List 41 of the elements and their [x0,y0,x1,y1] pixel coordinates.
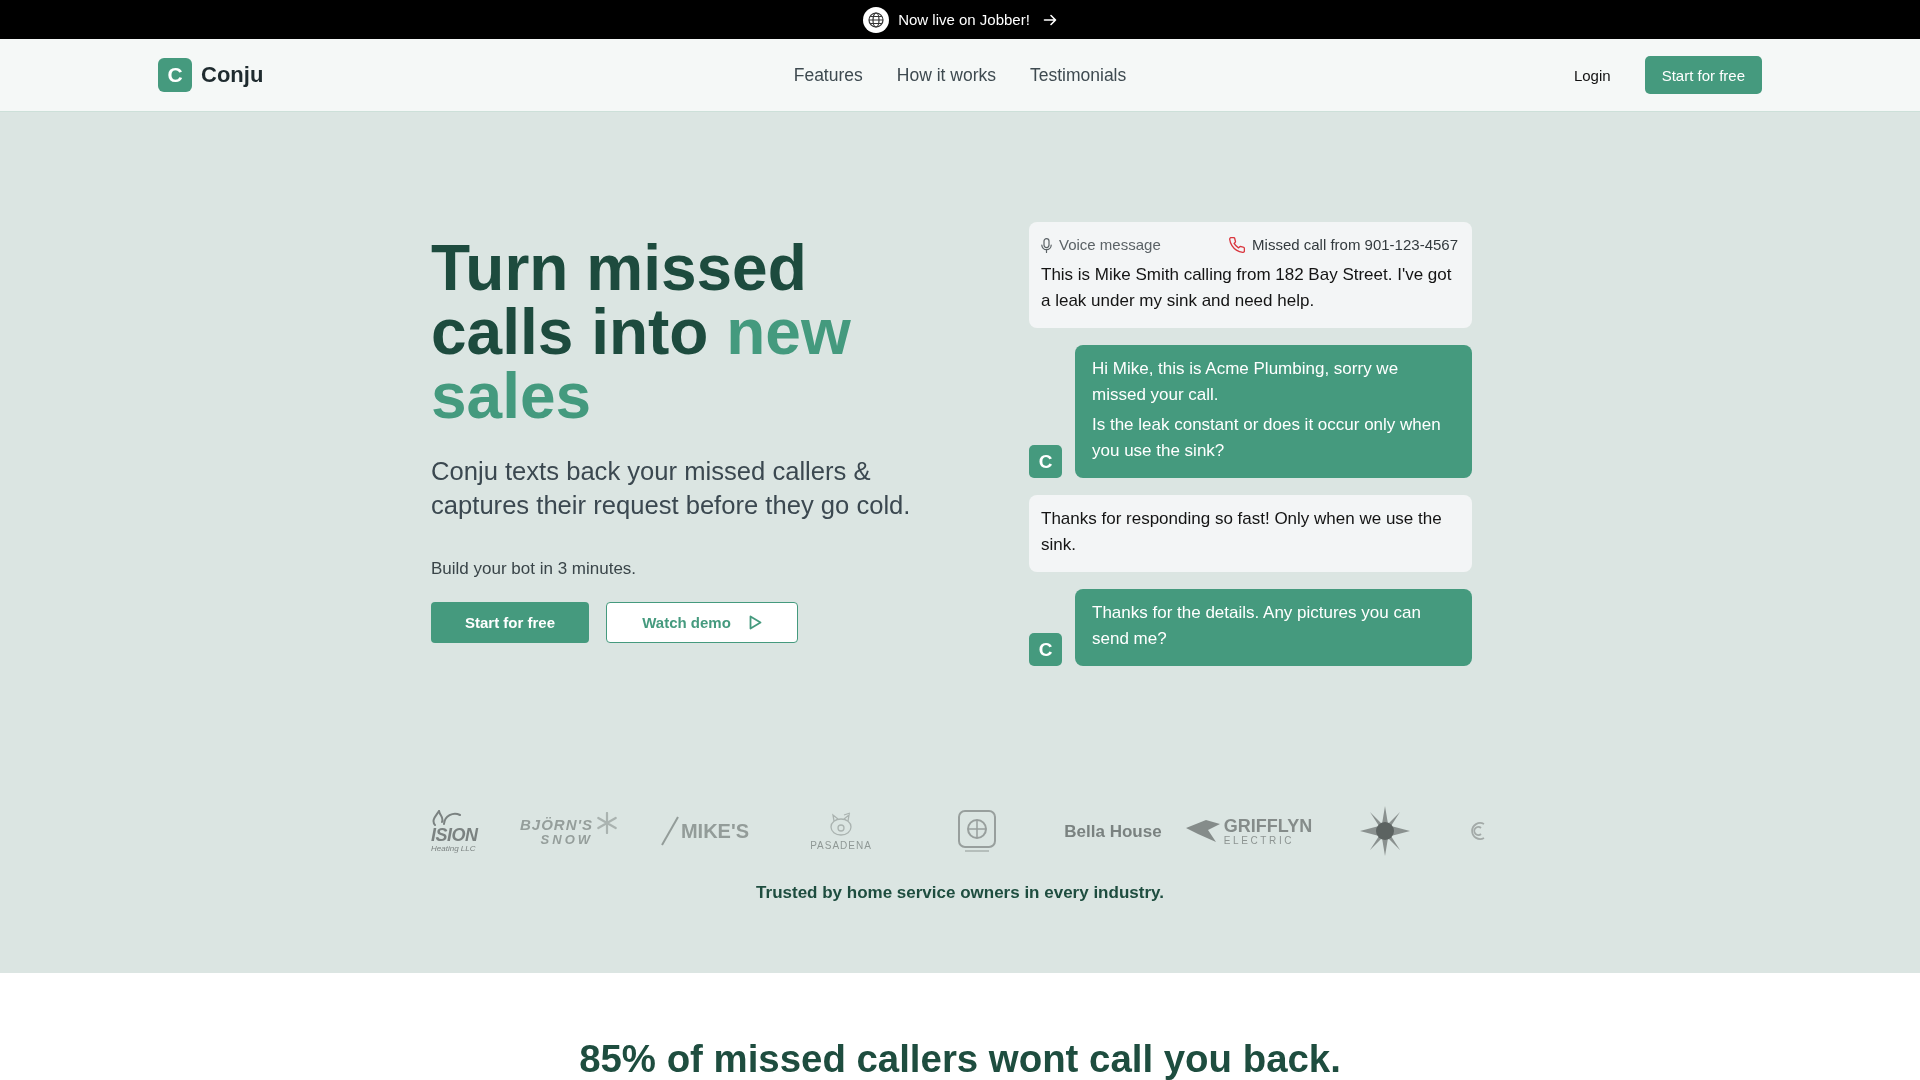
phone-icon [1229,237,1246,253]
logo-tagline: ELECTRIC [1223,835,1296,846]
message-text: This is Mike Smith calling from 182 Bay Street. I've got a leak under my sink and need help. [1041,264,1453,312]
play-icon [748,615,762,630]
emblem-icon [957,809,997,853]
logo-wordmark: Bella House [1064,822,1162,840]
logo-wordmark: GRIFFLYN [1223,816,1313,835]
stats-heading: 85% of missed callers wont call you back. [578,1039,1342,1079]
missed-call-label: Missed call from 901-123-4567 [1252,235,1458,255]
bot-avatar: C [1029,445,1062,478]
logos-caption: Trusted by home service owners in every industry. [755,883,1165,903]
slash-icon [660,816,679,846]
logo-wordmark: ISION [431,825,478,844]
microphone-icon [1041,237,1052,253]
nav-link[interactable]: How it works [896,64,996,86]
bot-avatar: C [1029,633,1062,666]
nav-link[interactable]: Features [793,64,863,86]
message-text: Hi Mike, this is Acme Plumbing, sorry we missed your call. [1092,358,1400,406]
nav-link[interactable]: Testimonials [1029,64,1127,86]
brand-name[interactable]: Conju [201,62,264,88]
voice-message-label: Voice message [1059,235,1161,255]
announcement-link[interactable]: Now live on Jobber! [898,11,1030,28]
message-text: Is the leak constant or does it occur only when you use the sink? [1092,414,1442,462]
logo-tagline: SNOW [540,832,594,846]
ring-icon [1470,821,1486,841]
message-text: Thanks for the details. Any pictures you can send me? [1092,602,1422,650]
message-text: Thanks for responding so fast! Only when we use the sink. [1041,508,1443,556]
globe-icon [863,6,890,33]
logo-wordmark: BJÖRN'S [519,816,594,832]
logo-tagline: Heating LLC [431,844,477,853]
snowflake-icon [596,812,619,834]
login-link[interactable]: Login [1573,66,1611,84]
flame-icon [431,809,461,826]
arrow-right-icon [1042,12,1057,27]
hero-subtitle: Conju texts back your missed callers & captures their request before they go cold. [431,456,912,521]
bird-icon [1185,818,1220,844]
hero-headline: Turn missed calls into new sales [431,236,852,428]
hero-note: Build your bot in 3 minutes. [431,559,638,579]
logo-wordmark: PASADENA [810,840,872,851]
sun-icon [1360,806,1410,856]
logo-wordmark: MIKE'S [680,821,750,841]
